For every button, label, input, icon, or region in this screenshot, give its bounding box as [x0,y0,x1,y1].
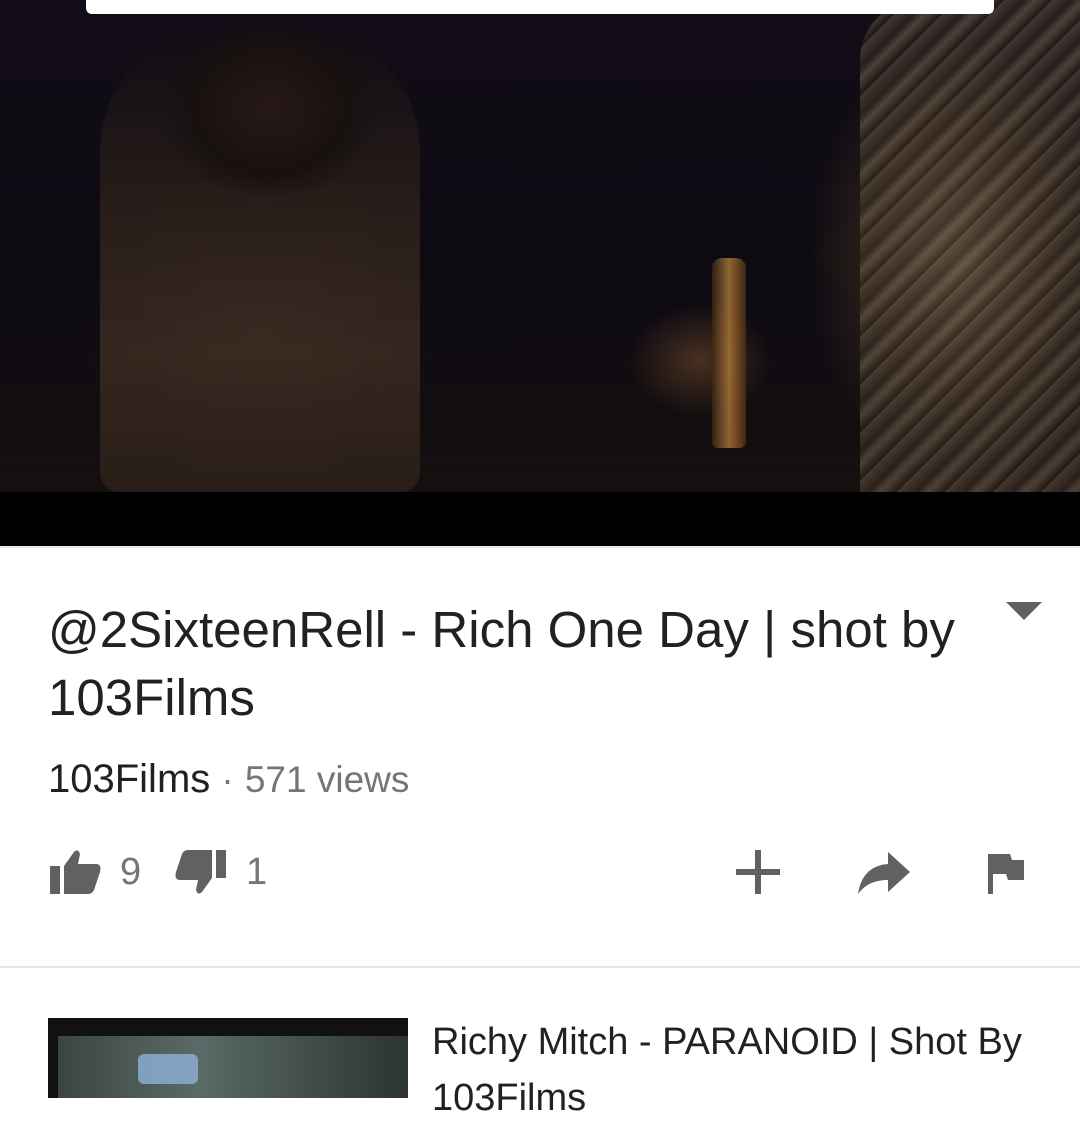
like-button[interactable]: 9 [48,840,141,904]
like-count: 9 [120,850,142,893]
add-to-playlist-icon [736,850,780,894]
video-title: @2SixteenRell - Rich One Day | shot by 1… [48,601,955,726]
video-bottle [712,258,746,448]
channel-name[interactable]: 103Films [48,757,210,801]
thumbs-down-icon [175,850,226,894]
video-meta: 103Films · 571 views [48,754,409,804]
video-frame[interactable] [0,0,1080,492]
chevron-down-icon[interactable] [1004,600,1044,624]
action-bar: 9 1 [0,840,1080,904]
related-video-thumbnail[interactable] [48,1018,408,1098]
flag-icon [988,854,1024,894]
thumbnail-image [58,1036,408,1098]
view-count: 571 views [244,759,410,800]
report-button[interactable] [986,840,1026,904]
video-person-left [100,30,420,492]
dislike-button[interactable]: 1 [174,840,267,904]
thumbs-up-icon [50,850,101,894]
divider [0,546,1080,548]
meta-separator: · [221,759,234,800]
video-player[interactable] [0,0,1080,546]
share-button[interactable] [856,840,912,904]
related-video-item[interactable]: Richy Mitch - PARANOID | Shot By 103Film… [0,1000,1080,1119]
divider [0,966,1080,968]
share-icon [858,852,910,894]
add-to-playlist-button[interactable] [734,840,782,904]
dislike-count: 1 [246,850,268,893]
top-overlay-bar [86,0,994,14]
video-person-right [860,0,1080,492]
related-video-title[interactable]: Richy Mitch - PARANOID | Shot By 103Film… [432,1014,1032,1126]
